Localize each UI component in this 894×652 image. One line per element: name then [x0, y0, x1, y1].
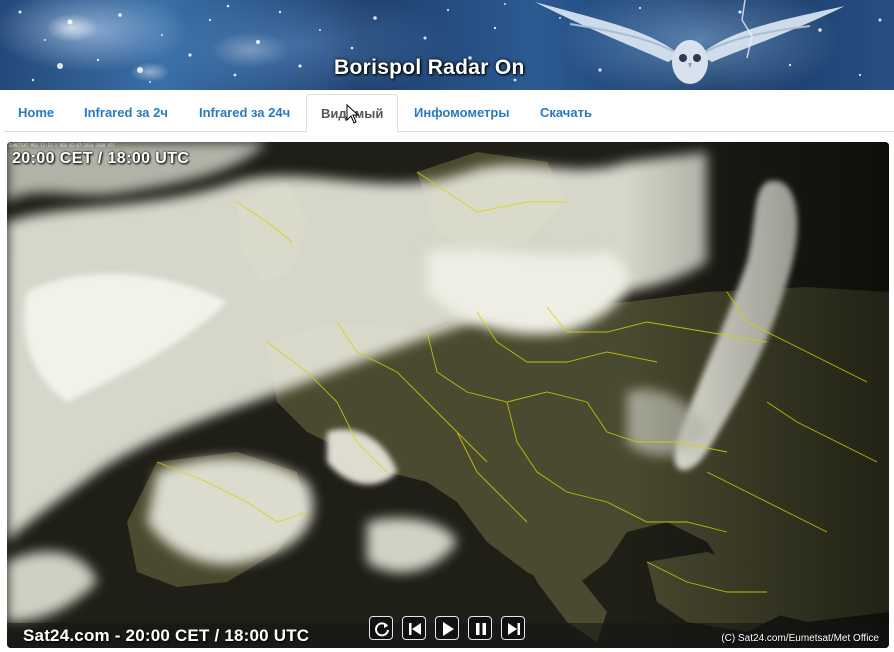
source-label: EUMETSAT MSG 12-12-1 RGB 03-07-2014 1800… [9, 143, 115, 148]
satellite-image-panel: EUMETSAT MSG 12-12-1 RGB 03-07-2014 1800… [7, 142, 889, 648]
pause-button[interactable] [468, 616, 492, 640]
play-icon [443, 622, 454, 636]
step-forward-icon [508, 623, 520, 635]
pause-icon [476, 623, 486, 635]
timestamp-bottom: Sat24.com - 20:00 CET / 18:00 UTC [23, 626, 310, 645]
satellite-map [7, 142, 889, 648]
tab-infrared-2h[interactable]: Infrared за 2ч [70, 94, 182, 132]
step-forward-button[interactable] [501, 616, 525, 640]
step-back-button[interactable] [402, 616, 426, 640]
refresh-icon [375, 622, 389, 637]
copyright-text: (C) Sat24.com/Eumetsat/Met Office [721, 633, 879, 644]
tab-home[interactable]: Home [4, 94, 68, 132]
timestamp-top: 20:00 CET / 18:00 UTC [12, 150, 190, 167]
site-title: Borispol Radar On [334, 56, 525, 79]
header-banner: Borispol Radar On [0, 0, 894, 90]
step-back-icon [409, 623, 421, 635]
nav-tabs: Home Infrared за 2ч Infrared за 24ч Види… [4, 94, 894, 133]
tab-download[interactable]: Скачать [526, 94, 606, 132]
tab-infometers[interactable]: Инфомометры [400, 94, 523, 132]
mouse-cursor-icon [346, 104, 360, 124]
owl-illustration [535, 0, 845, 84]
play-button[interactable] [435, 616, 459, 640]
refresh-button[interactable] [369, 616, 393, 640]
tab-infrared-24h[interactable]: Infrared за 24ч [185, 94, 304, 132]
